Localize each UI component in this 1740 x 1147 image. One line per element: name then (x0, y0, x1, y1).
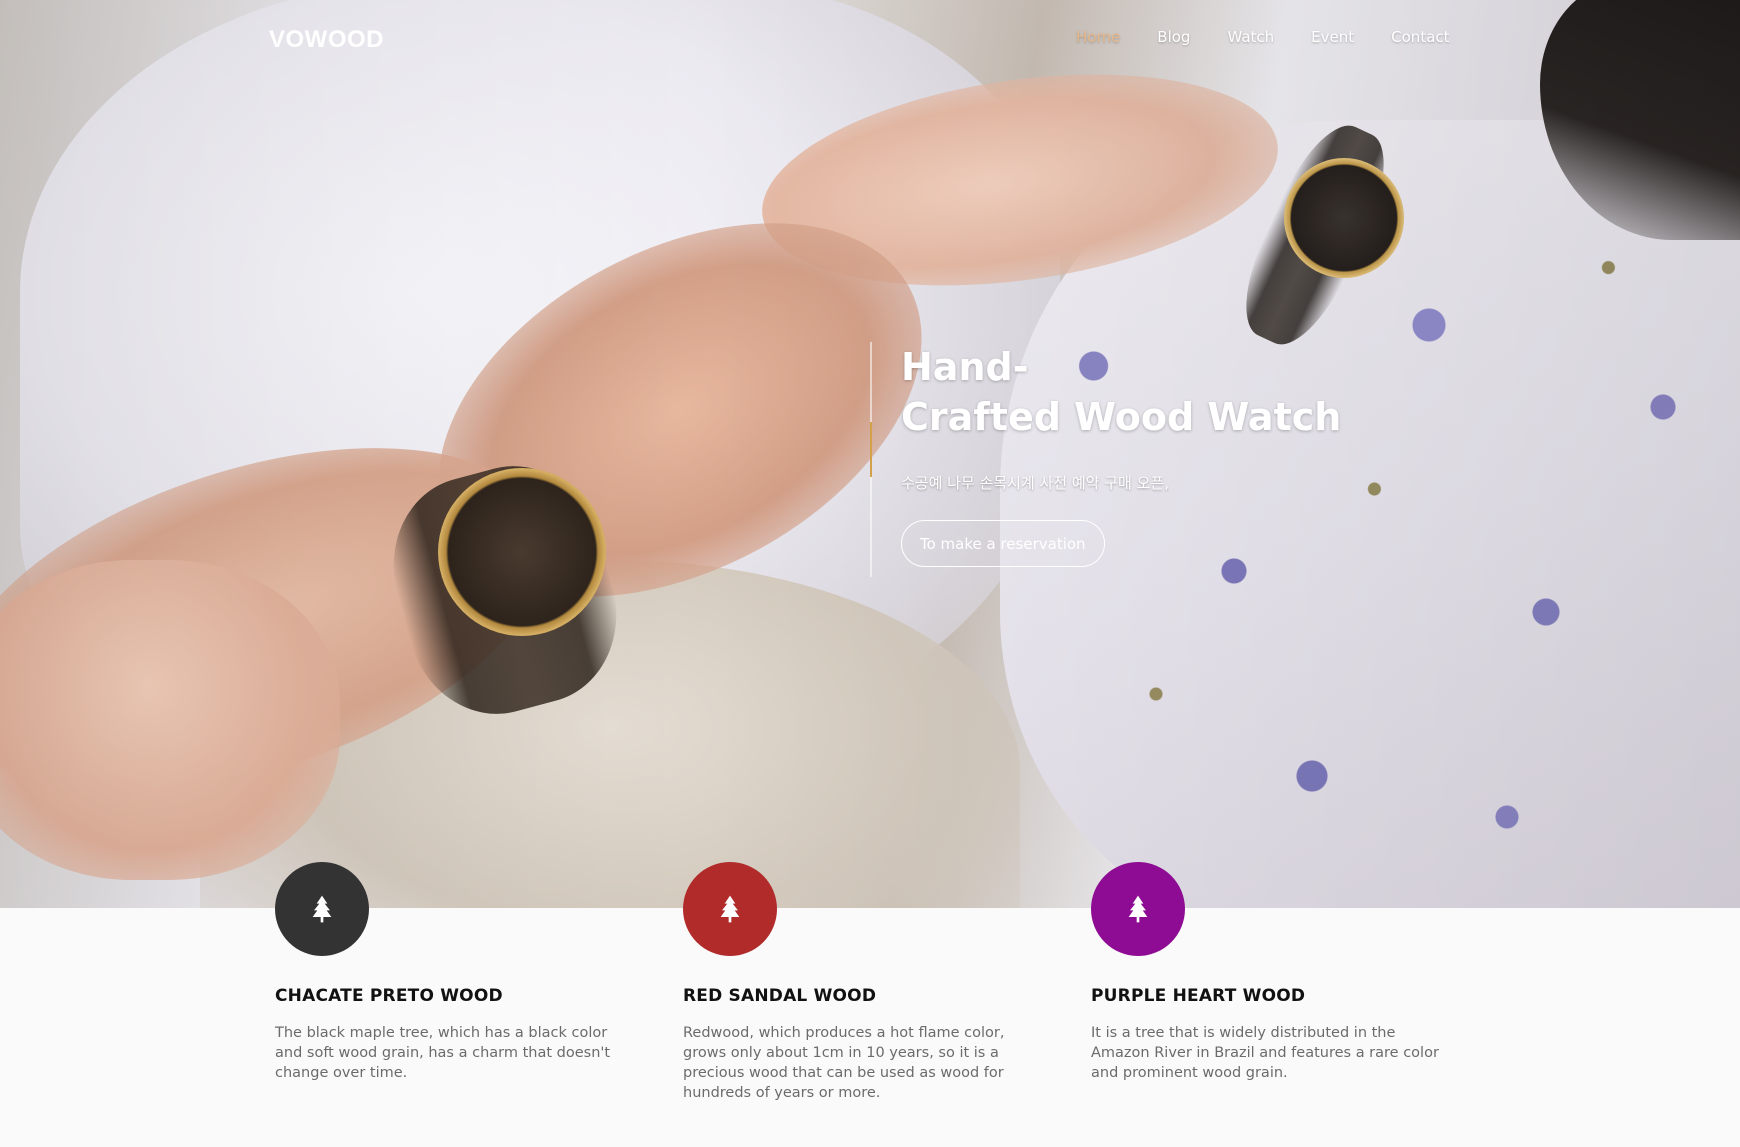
feature-icon-circle (683, 862, 777, 956)
hero-title-line1: Hand- (901, 345, 1029, 389)
tree-icon (720, 895, 740, 923)
feature-card: RED SANDAL WOOD Redwood, which produces … (683, 862, 1043, 1103)
reservation-button[interactable]: To make a reservation (901, 520, 1105, 567)
hero-title: Hand- Crafted Wood Watch (901, 342, 1341, 442)
nav-home[interactable]: Home (1076, 28, 1120, 46)
feature-card: PURPLE HEART WOOD It is a tree that is w… (1091, 862, 1451, 1083)
feature-icon-circle (1091, 862, 1185, 956)
nav-event[interactable]: Event (1311, 28, 1354, 46)
feature-description: It is a tree that is widely distributed … (1091, 1025, 1439, 1081)
hero-title-line2: Crafted Wood Watch (901, 395, 1342, 439)
feature-card: CHACATE PRETO WOOD The black maple tree,… (275, 862, 635, 1083)
hero-content: Hand- Crafted Wood Watch 수공예 나무 손목시계 사전 … (870, 342, 1430, 577)
hero-subtitle: 수공예 나무 손목시계 사전 예약 구매 오픈, (901, 474, 1169, 492)
feature-title: CHACATE PRETO WOOD (275, 986, 503, 1006)
tree-icon (312, 895, 332, 923)
nav-blog[interactable]: Blog (1157, 28, 1190, 46)
tree-icon (1128, 895, 1148, 923)
nav-contact[interactable]: Contact (1391, 28, 1449, 46)
brand-logo[interactable]: VOWOOD (269, 26, 384, 54)
feature-description: Redwood, which produces a hot flame colo… (683, 1025, 1005, 1101)
hero-divider-accent (870, 422, 872, 477)
nav-watch[interactable]: Watch (1227, 28, 1274, 46)
main-nav: Home Blog Watch Event Contact (1076, 28, 1450, 46)
feature-title: PURPLE HEART WOOD (1091, 986, 1306, 1006)
feature-title: RED SANDAL WOOD (683, 986, 877, 1006)
feature-description: The black maple tree, which has a black … (275, 1025, 611, 1081)
feature-icon-circle (275, 862, 369, 956)
